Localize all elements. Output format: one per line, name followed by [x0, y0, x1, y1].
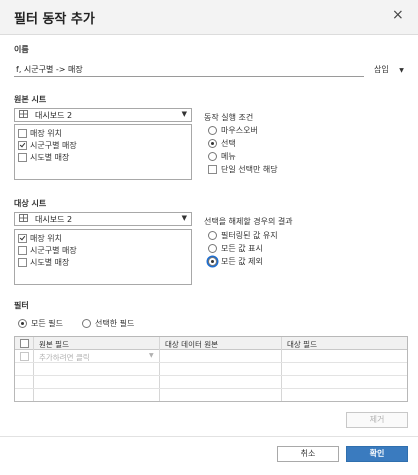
- row-checkbox[interactable]: [20, 352, 29, 361]
- field-mapping-table: 원본 필드 대상 데이터 원본 대상 필드 추가하려면 클릭 ▼: [14, 336, 408, 402]
- run-action-label: 동작 실행 조건: [204, 113, 254, 122]
- target-sheet-item-label: 매장 위치: [30, 234, 62, 243]
- insert-label: 삽입: [374, 65, 389, 74]
- target-sheet-item[interactable]: 시도별 매장: [18, 257, 69, 268]
- footer-divider: [0, 436, 418, 437]
- column-header: 대상 필드: [287, 340, 317, 349]
- source-sheet-dropdown-value: 대시보드 2: [35, 111, 73, 120]
- source-sheet-item-label: 시군구별 매장: [30, 141, 77, 150]
- checkbox[interactable]: [18, 258, 27, 267]
- chevron-down-icon: ▼: [399, 67, 404, 74]
- radio-button[interactable]: [82, 319, 91, 328]
- run-action-option[interactable]: 선택: [208, 138, 236, 149]
- source-sheet-item-label: 시도별 매장: [30, 153, 70, 162]
- target-sheet-item-label: 시군구별 매장: [30, 246, 77, 255]
- clear-result-option-label: 모든 값 표시: [221, 244, 263, 253]
- source-sheet-item[interactable]: 매장 위치: [18, 128, 62, 139]
- chevron-down-icon: ▼: [181, 214, 187, 222]
- run-action-option-label: 메뉴: [221, 152, 236, 161]
- target-sheet-item-label: 시도별 매장: [30, 258, 70, 267]
- radio-button[interactable]: [208, 126, 217, 135]
- checkbox[interactable]: [18, 246, 27, 255]
- clear-result-option[interactable]: 모든 값 표시: [208, 243, 263, 254]
- row-divider: [15, 388, 407, 389]
- checkbox[interactable]: [18, 141, 27, 150]
- name-input[interactable]: [14, 62, 364, 77]
- filter-option-label: 선택한 필드: [95, 319, 135, 328]
- close-icon[interactable]: ×: [392, 7, 404, 23]
- dashboard-icon: [19, 110, 28, 118]
- dialog-title: 필터 동작 추가: [14, 12, 95, 27]
- clear-result-option-label: 필터링된 값 유지: [221, 231, 278, 240]
- source-sheet-item-label: 매장 위치: [30, 129, 62, 138]
- checkbox[interactable]: [208, 165, 217, 174]
- radio-button[interactable]: [208, 139, 217, 148]
- clear-result-option[interactable]: 모든 값 제외: [208, 256, 263, 267]
- radio-button[interactable]: [208, 257, 217, 266]
- filter-label: 필터: [14, 301, 29, 310]
- column-divider: [33, 337, 34, 401]
- filter-option-label: 모든 필드: [31, 319, 63, 328]
- target-sheet-item[interactable]: 매장 위치: [18, 233, 62, 244]
- run-action-option-label: 마우스오버: [221, 126, 258, 135]
- source-sheet-dropdown[interactable]: 대시보드 2 ▼: [14, 108, 192, 122]
- run-action-option-label: 선택: [221, 139, 236, 148]
- source-sheet-item[interactable]: 시도별 매장: [18, 152, 69, 163]
- checkbox[interactable]: [18, 234, 27, 243]
- single-select-label: 단일 선택만 해당: [221, 165, 278, 174]
- target-sheet-list: 매장 위치 시군구별 매장 시도별 매장: [14, 229, 192, 285]
- target-sheet-dropdown-value: 대시보드 2: [35, 215, 73, 224]
- clear-result-option-label: 모든 값 제외: [221, 257, 263, 266]
- clear-result-label: 선택을 해제할 경우의 결과: [204, 217, 293, 226]
- source-sheet-label: 원본 시트: [14, 95, 47, 104]
- column-divider: [281, 337, 282, 401]
- name-label: 이름: [14, 45, 29, 54]
- checkbox[interactable]: [18, 153, 27, 162]
- checkbox[interactable]: [18, 129, 27, 138]
- single-select-checkbox-row[interactable]: 단일 선택만 해당: [208, 164, 278, 175]
- radio-button[interactable]: [18, 319, 27, 328]
- target-sheet-dropdown[interactable]: 대시보드 2 ▼: [14, 212, 192, 226]
- add-field-placeholder[interactable]: 추가하려면 클릭: [39, 352, 90, 363]
- run-action-option[interactable]: 마우스오버: [208, 125, 258, 136]
- cancel-button[interactable]: 취소: [277, 446, 339, 462]
- dashboard-icon: [19, 214, 28, 222]
- radio-button[interactable]: [208, 152, 217, 161]
- filter-option[interactable]: 모든 필드: [18, 318, 63, 329]
- header-checkbox[interactable]: [20, 339, 29, 348]
- clear-result-option[interactable]: 필터링된 값 유지: [208, 230, 278, 241]
- source-sheet-item[interactable]: 시군구별 매장: [18, 140, 77, 151]
- ok-button[interactable]: 확인: [346, 446, 408, 462]
- column-header: 대상 데이터 원본: [165, 340, 219, 349]
- radio-button[interactable]: [208, 231, 217, 240]
- target-sheet-label: 대상 시트: [14, 199, 47, 208]
- source-sheet-list: 매장 위치 시군구별 매장 시도별 매장: [14, 124, 192, 180]
- chevron-down-icon[interactable]: ▼: [149, 352, 154, 359]
- target-sheet-item[interactable]: 시군구별 매장: [18, 245, 77, 256]
- insert-button[interactable]: 삽입 ▼: [374, 64, 404, 75]
- remove-button[interactable]: 제거: [346, 412, 408, 428]
- column-divider: [159, 337, 160, 401]
- filter-option[interactable]: 선택한 필드: [82, 318, 134, 329]
- row-divider: [15, 375, 407, 376]
- run-action-option[interactable]: 메뉴: [208, 151, 236, 162]
- chevron-down-icon: ▼: [181, 110, 187, 118]
- radio-button[interactable]: [208, 244, 217, 253]
- column-header: 원본 필드: [39, 340, 69, 349]
